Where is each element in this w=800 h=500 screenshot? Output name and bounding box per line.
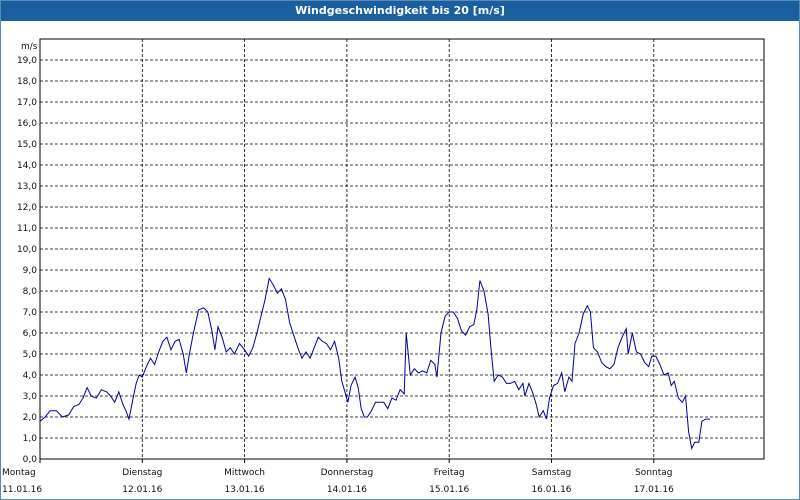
grid [40, 39, 764, 459]
x-tick-labels: Montag 11.01.16 Dienstag 12.01.16 Mittwoch 13… [2, 459, 674, 495]
y-tick-labels: 0,0 1,0 2,0 3,0 4,0 5,0 6,0 7,0 8,0 9,0 10,0 11,0 12… [17, 56, 37, 465]
y-tick-label: 12,0 [17, 203, 37, 213]
x-tick-date-label: 13.01.16 [225, 485, 265, 495]
x-tick-day-label: Freitag [434, 468, 465, 478]
x-tick-date-label: 16.01.16 [531, 485, 571, 495]
x-tick-day-label: Mittwoch [224, 468, 265, 478]
y-tick-label: 6,0 [23, 329, 38, 339]
y-tick-label: 18,0 [17, 77, 37, 87]
y-axis-unit-label: m/s [21, 42, 38, 52]
y-tick-label: 7,0 [23, 308, 38, 318]
y-tick-label: 3,0 [23, 392, 38, 402]
y-tick-label: 11,0 [17, 224, 37, 234]
y-tick-label: 14,0 [17, 161, 37, 171]
x-tick-day-label: Montag [2, 468, 36, 478]
x-tick-day-label: Dienstag [122, 468, 162, 478]
y-tick-label: 8,0 [23, 287, 38, 297]
y-tick-label: 2,0 [23, 413, 38, 423]
y-tick-label: 5,0 [23, 350, 38, 360]
y-tick-label: 19,0 [17, 56, 37, 66]
wind-speed-series-line [39, 277, 711, 451]
y-tick-label: 16,0 [17, 119, 37, 129]
y-tick-label: 13,0 [17, 182, 37, 192]
y-tick-label: 4,0 [23, 371, 38, 381]
x-tick-date-label: 11.01.16 [2, 485, 42, 495]
y-tick-label: 17,0 [17, 98, 37, 108]
x-tick-day-label: Donnerstag [321, 468, 374, 478]
y-tick-label: 15,0 [17, 140, 37, 150]
x-tick-date-label: 14.01.16 [327, 485, 367, 495]
x-tick-day-label: Sonntag [635, 468, 672, 478]
x-tick-date-label: 15.01.16 [429, 485, 469, 495]
y-tick-label: 9,0 [23, 266, 38, 276]
y-tick-label: 1,0 [23, 434, 38, 444]
x-tick-day-label: Samstag [532, 468, 571, 478]
wind-speed-chart: m/s 0,0 1,0 2,0 3,0 4,0 5,0 6,0 7,0 8,0 9,0 10,0 11… [2, 38, 765, 495]
y-tick-label: 0,0 [23, 455, 38, 465]
y-tick-label: 10,0 [17, 245, 37, 255]
x-tick-date-label: 17.01.16 [634, 485, 674, 495]
x-tick-date-label: 12.01.16 [122, 485, 162, 495]
